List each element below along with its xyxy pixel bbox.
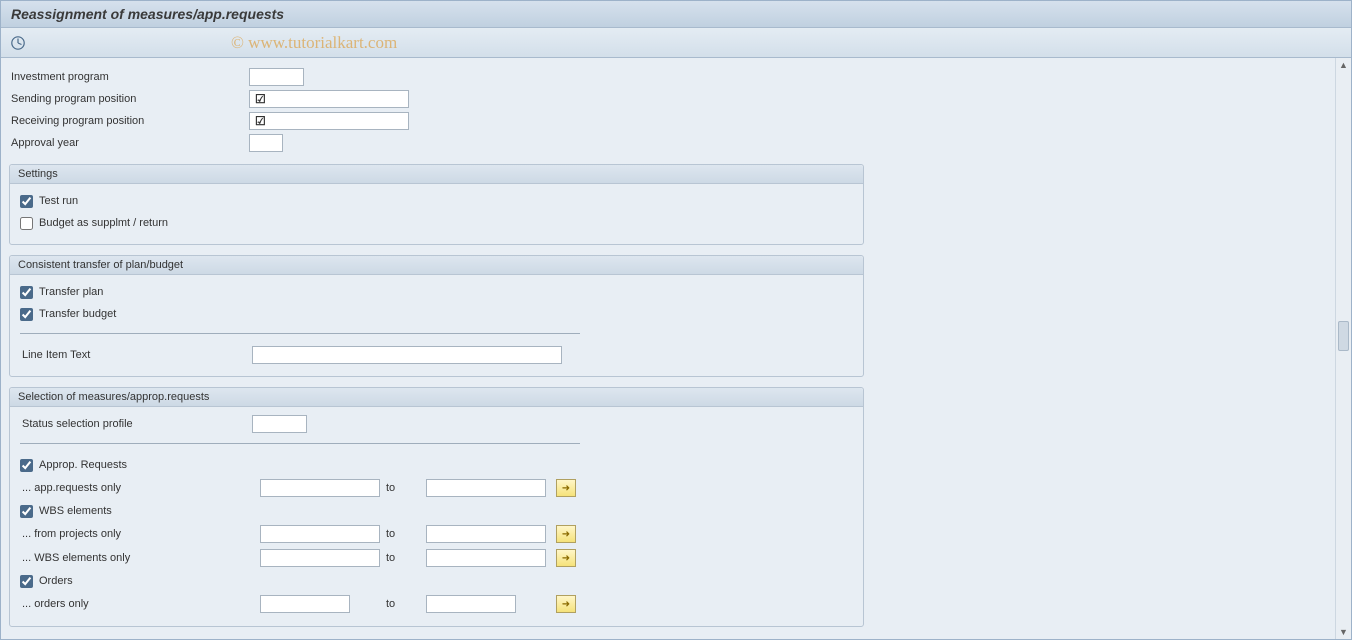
approp-requests-checkbox[interactable]: [20, 459, 33, 472]
wbs-elements-checkbox[interactable]: [20, 505, 33, 518]
transfer-plan-label: Transfer plan: [39, 286, 103, 298]
to-label: to: [386, 528, 420, 540]
wbs-elements-only-label: ... WBS elements only: [20, 552, 260, 564]
orders-label: Orders: [39, 575, 73, 587]
approval-year-label: Approval year: [9, 137, 249, 149]
orders-to-input[interactable]: [426, 595, 516, 613]
page-title: Reassignment of measures/app.requests: [11, 6, 284, 22]
toolbar: © www.tutorialkart.com: [1, 28, 1351, 58]
selection-group: Selection of measures/approp.requests St…: [9, 387, 864, 627]
hierarchy-icon: ☑: [255, 92, 266, 106]
hierarchy-icon: ☑: [255, 114, 266, 128]
line-item-text-input[interactable]: [252, 346, 562, 364]
scroll-down-icon[interactable]: ▼: [1337, 625, 1351, 639]
transfer-budget-checkbox[interactable]: [20, 308, 33, 321]
transfer-group: Consistent transfer of plan/budget Trans…: [9, 255, 864, 377]
wbs-elements-label: WBS elements: [39, 505, 112, 517]
execute-icon[interactable]: [9, 34, 27, 52]
app-requests-only-label: ... app.requests only: [20, 482, 260, 494]
status-profile-input[interactable]: [252, 415, 307, 433]
budget-supplmt-label: Budget as supplmt / return: [39, 217, 168, 229]
divider: [20, 443, 580, 444]
to-label: to: [386, 482, 420, 494]
from-projects-to-input[interactable]: [426, 525, 546, 543]
multiple-selection-button[interactable]: ➜: [556, 479, 576, 497]
receiving-position-label: Receiving program position: [9, 115, 249, 127]
app-requests-from-input[interactable]: [260, 479, 380, 497]
divider: [20, 333, 580, 334]
from-projects-only-label: ... from projects only: [20, 528, 260, 540]
settings-group: Settings Test run Budget as supplmt / re…: [9, 164, 864, 245]
vertical-scrollbar[interactable]: ▲ ▼: [1335, 58, 1351, 639]
scroll-thumb[interactable]: [1338, 321, 1349, 351]
app-requests-to-input[interactable]: [426, 479, 546, 497]
to-label: to: [386, 598, 420, 610]
arrow-right-icon: ➜: [562, 483, 570, 494]
multiple-selection-button[interactable]: ➜: [556, 595, 576, 613]
orders-from-input[interactable]: [260, 595, 350, 613]
content-area: Investment program Sending program posit…: [1, 58, 1335, 639]
test-run-label: Test run: [39, 195, 78, 207]
body: Investment program Sending program posit…: [1, 58, 1351, 639]
transfer-budget-label: Transfer budget: [39, 308, 116, 320]
sap-window: Reassignment of measures/app.requests © …: [0, 0, 1352, 640]
from-projects-from-input[interactable]: [260, 525, 380, 543]
wbs-elements-to-input[interactable]: [426, 549, 546, 567]
settings-title: Settings: [10, 165, 863, 184]
arrow-right-icon: ➜: [562, 599, 570, 610]
transfer-plan-checkbox[interactable]: [20, 286, 33, 299]
scroll-up-icon[interactable]: ▲: [1337, 58, 1351, 72]
status-profile-label: Status selection profile: [20, 418, 252, 430]
receiving-position-input[interactable]: [249, 112, 409, 130]
line-item-text-label: Line Item Text: [20, 349, 252, 361]
budget-supplmt-checkbox[interactable]: [20, 217, 33, 230]
test-run-checkbox[interactable]: [20, 195, 33, 208]
sending-position-input[interactable]: [249, 90, 409, 108]
wbs-elements-from-input[interactable]: [260, 549, 380, 567]
investment-program-input[interactable]: [249, 68, 304, 86]
multiple-selection-button[interactable]: ➜: [556, 549, 576, 567]
orders-checkbox[interactable]: [20, 575, 33, 588]
orders-only-label: ... orders only: [20, 598, 260, 610]
to-label: to: [386, 552, 420, 564]
approp-requests-label: Approp. Requests: [39, 459, 127, 471]
arrow-right-icon: ➜: [562, 529, 570, 540]
arrow-right-icon: ➜: [562, 553, 570, 564]
transfer-title: Consistent transfer of plan/budget: [10, 256, 863, 275]
sending-position-label: Sending program position: [9, 93, 249, 105]
investment-program-label: Investment program: [9, 71, 249, 83]
watermark: © www.tutorialkart.com: [231, 33, 397, 53]
selection-title: Selection of measures/approp.requests: [10, 388, 863, 407]
scroll-track[interactable]: [1336, 72, 1351, 625]
multiple-selection-button[interactable]: ➜: [556, 525, 576, 543]
title-bar: Reassignment of measures/app.requests: [1, 1, 1351, 28]
approval-year-input[interactable]: [249, 134, 283, 152]
